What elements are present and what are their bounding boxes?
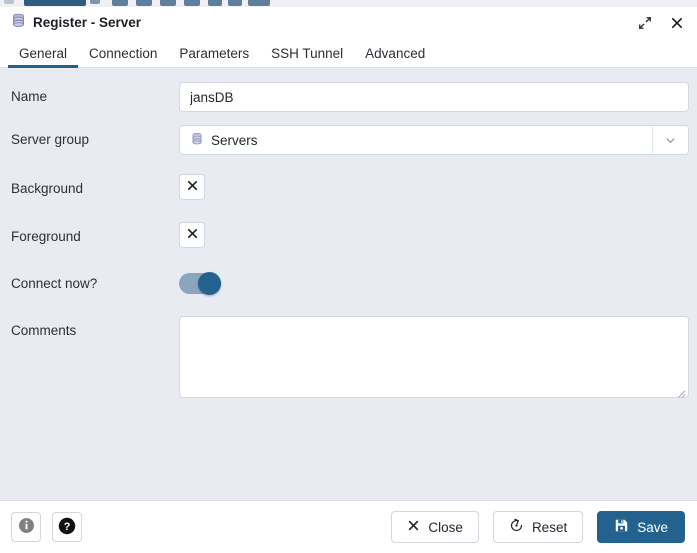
field-row-server-group: Server group Servers [0,125,697,155]
reset-circular-arrow-icon [509,518,524,536]
chevron-down-icon[interactable] [652,126,688,154]
comments-textarea[interactable] [179,316,689,398]
register-server-dialog: Register - Server General Connection Par… [0,7,697,553]
reset-button-label: Reset [531,519,568,535]
bg-chip [248,0,270,6]
server-group-value: Servers [211,132,258,148]
name-input[interactable] [179,82,689,112]
footer-right-actions: Close Reset Save [391,511,685,543]
dialog-footer: ? Close Reset Save [0,500,697,553]
reset-button[interactable]: Reset [492,511,584,543]
field-row-name: Name [0,82,697,112]
field-row-foreground: Foreground [0,222,697,252]
bg-chip [208,0,222,6]
connect-now-toggle[interactable] [179,272,221,295]
bg-chip [228,0,242,6]
server-group-control: Servers [179,125,689,155]
info-button[interactable] [11,512,41,542]
clear-x-icon [186,227,199,243]
server-group-icon [190,132,204,149]
bg-chip [160,0,176,6]
name-label: Name [11,89,48,104]
save-button-label: Save [637,519,668,535]
background-color-clear-button[interactable] [179,174,205,200]
tab-connection[interactable]: Connection [78,38,168,68]
connect-now-label: Connect now? [11,276,98,291]
server-group-label: Server group [11,132,90,147]
foreground-control [179,222,689,248]
background-app-strip [0,0,697,7]
bg-chip [4,0,14,4]
general-tab-panel: Name Server group [0,68,697,500]
foreground-label: Foreground [11,229,81,244]
bg-chip [24,0,86,6]
bg-chip [136,0,152,6]
titlebar-actions [635,13,687,33]
server-group-select[interactable]: Servers [179,125,689,155]
field-row-comments: Comments [0,316,697,398]
tab-ssh-tunnel[interactable]: SSH Tunnel [260,38,354,68]
background-label: Background [11,181,84,196]
foreground-color-clear-button[interactable] [179,222,205,248]
tab-general[interactable]: General [8,38,79,68]
comments-control [179,316,689,398]
footer-left-actions: ? [11,512,82,542]
clear-x-icon [186,179,199,195]
save-floppy-icon [614,518,629,536]
maximize-diagonal-icon[interactable] [635,13,655,33]
tab-advanced[interactable]: Advanced [354,38,436,68]
svg-text:?: ? [64,521,71,533]
field-row-background: Background [0,174,697,204]
connect-now-control [179,269,689,295]
toggle-knob [198,272,221,295]
close-button-label: Close [428,519,463,535]
dialog-title: Register - Server [33,15,142,30]
field-row-connect-now: Connect now? [0,269,697,299]
close-x-icon[interactable] [667,13,687,33]
tab-parameters[interactable]: Parameters [168,38,260,68]
name-control [179,82,689,112]
dialog-titlebar: Register - Server [0,7,697,38]
close-button[interactable]: Close [391,511,479,543]
server-database-icon [11,13,26,33]
background-control [179,174,689,200]
info-circle-icon [18,517,35,537]
titlebar-left: Register - Server [11,13,635,33]
help-button[interactable]: ? [52,512,82,542]
comments-label: Comments [11,323,77,338]
bg-chip [184,0,200,6]
save-button[interactable]: Save [597,511,685,543]
server-group-value-wrap: Servers [180,132,652,149]
dialog-tabbar: General Connection Parameters SSH Tunnel… [0,38,697,68]
help-circle-icon: ? [58,517,76,538]
bg-chip [90,0,100,4]
close-x-icon [407,519,420,535]
bg-chip [112,0,128,6]
